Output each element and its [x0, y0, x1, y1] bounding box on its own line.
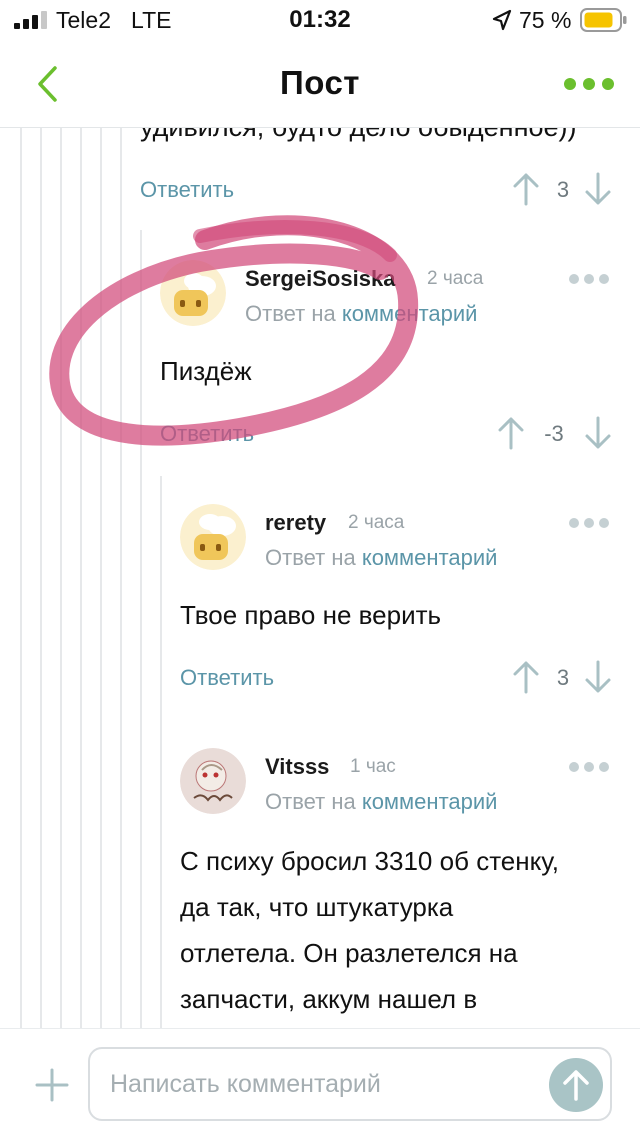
- comment-body: Твое право не верить: [180, 600, 442, 630]
- comment-body-line: запчасти, аккум нашел в: [180, 984, 478, 1014]
- comment-rating: -3: [544, 421, 564, 446]
- reply-to-link[interactable]: комментарий: [362, 545, 498, 570]
- reply-to-prefix: Ответ на: [265, 545, 362, 570]
- avatar[interactable]: [160, 260, 226, 326]
- arrow-up-icon[interactable]: [512, 660, 540, 694]
- comment-author[interactable]: SergeiSosiska: [245, 266, 395, 292]
- comment-input[interactable]: [88, 1047, 612, 1121]
- arrow-down-icon[interactable]: [584, 660, 612, 694]
- navigation-bar: Пост: [0, 42, 640, 128]
- reply-to-link[interactable]: комментарий: [362, 789, 498, 814]
- thread-line: [160, 476, 162, 1028]
- plus-icon[interactable]: [34, 1067, 70, 1103]
- reply-to-prefix: Ответ на: [245, 301, 342, 326]
- thread-line: [20, 128, 22, 1028]
- avatar[interactable]: [180, 748, 246, 814]
- reply-button[interactable]: Ответить: [140, 177, 234, 203]
- more-dots-icon[interactable]: [567, 760, 611, 774]
- comment-rating: 3: [556, 177, 570, 202]
- status-bar: Tele2 LTE 01:32 75 %: [0, 0, 640, 42]
- page-title: Пост: [280, 64, 360, 101]
- comments-thread: удивился, будто дело обыденное)) Ответит…: [0, 128, 640, 1028]
- comment-body-line: отлетела. Он разлетелся на: [180, 938, 518, 968]
- comment-time: 2 часа: [348, 512, 405, 533]
- battery-icon: [580, 8, 627, 32]
- more-dots-icon[interactable]: [567, 272, 611, 286]
- reply-to-prefix: Ответ на: [265, 789, 362, 814]
- reply-button[interactable]: Ответить: [180, 665, 274, 691]
- reply-to-link[interactable]: комментарий: [342, 301, 478, 326]
- comment-body-line: да так, что штукатурка: [180, 892, 454, 922]
- avatar[interactable]: [180, 504, 246, 570]
- reply-button[interactable]: Ответить: [160, 421, 254, 447]
- reply-to-line: Ответ на комментарий: [265, 789, 497, 815]
- comment-body: Пиздёж: [160, 356, 252, 386]
- thread-line: [100, 128, 102, 1028]
- comment-body: С психу бросил 3310 об стенку, да так, ч…: [180, 838, 559, 1022]
- arrow-up-icon: [563, 1070, 589, 1101]
- battery-percent: 75 %: [519, 7, 572, 33]
- comment-time: 1 час: [350, 756, 396, 777]
- send-button[interactable]: [549, 1058, 603, 1112]
- thread-line: [120, 128, 122, 1028]
- comment-time: 2 часа: [427, 268, 484, 289]
- reply-to-line: Ответ на комментарий: [245, 301, 477, 327]
- comment-author[interactable]: rerety: [265, 510, 326, 536]
- comment-body-line: С психу бросил 3310 об стенку,: [180, 846, 559, 876]
- comment-compose-bar: [0, 1028, 640, 1136]
- arrow-down-icon[interactable]: [584, 416, 612, 450]
- arrow-down-icon[interactable]: [584, 172, 612, 206]
- thread-line: [80, 128, 82, 1028]
- reply-to-line: Ответ на комментарий: [265, 545, 497, 571]
- thread-line: [140, 230, 142, 1028]
- comment-rating: 3: [556, 665, 570, 690]
- location-arrow-icon: [492, 9, 512, 31]
- arrow-up-icon[interactable]: [497, 416, 525, 450]
- previous-comment-text: удивился, будто дело обыденное)): [140, 128, 577, 143]
- thread-line: [60, 128, 62, 1028]
- arrow-up-icon[interactable]: [512, 172, 540, 206]
- thread-line: [40, 128, 42, 1028]
- more-dots-icon[interactable]: [560, 70, 620, 98]
- comment-author[interactable]: Vitsss: [265, 754, 329, 780]
- more-dots-icon[interactable]: [567, 516, 611, 530]
